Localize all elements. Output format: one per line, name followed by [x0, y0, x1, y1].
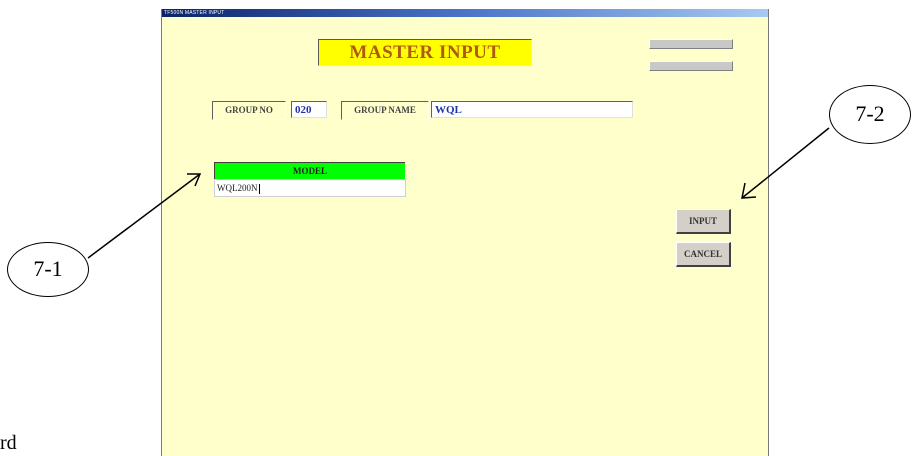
- arrow-to-input-button: [741, 127, 830, 199]
- annotation-arrows: [87, 127, 830, 259]
- arrow-to-model-input: [87, 173, 202, 259]
